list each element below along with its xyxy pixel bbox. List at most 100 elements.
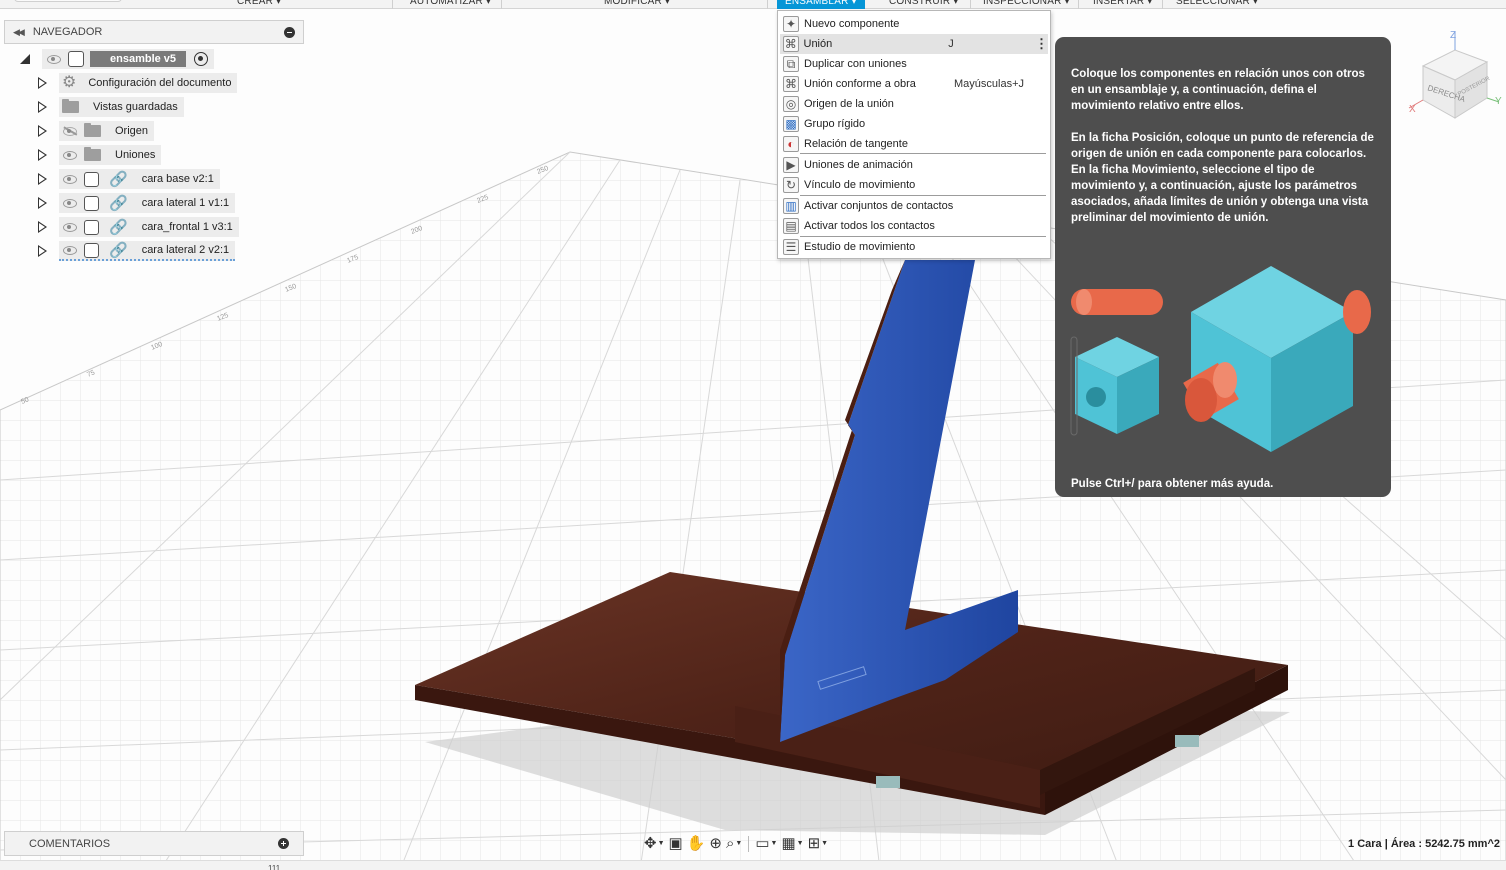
menu-seleccionar[interactable]: SELECCIONAR ▾ — [1176, 0, 1258, 9]
fit-icon[interactable]: ⌕ ▼ — [726, 836, 742, 851]
component-icon — [84, 195, 99, 211]
menu-item-animate-joints[interactable]: ▶ Uniones de animación — [780, 155, 1048, 175]
toolbar-divider — [970, 0, 971, 9]
menu-item-joint-origin[interactable]: ◎ Origen de la unión — [780, 94, 1048, 114]
tree-item[interactable]: 🔗 cara lateral 1 v1:1 — [38, 193, 236, 213]
tree-node[interactable]: Vistas guardadas — [59, 97, 184, 117]
more-options-icon[interactable]: ⋮ — [1035, 36, 1048, 52]
comments-panel[interactable]: COMENTARIOS — [4, 831, 304, 856]
menu-item-motion-link[interactable]: ↻ Vínculo de movimiento — [780, 175, 1048, 195]
tree-node[interactable]: ⚙ Configuración del documento — [59, 73, 238, 93]
tree-node[interactable]: 🔗 cara_frontal 1 v3:1 — [59, 217, 239, 237]
tree-root[interactable]: ensamble v5 — [20, 49, 215, 69]
visibility-eye-icon[interactable] — [62, 174, 78, 184]
menu-construir[interactable]: CONSTRUIR ▾ — [889, 0, 958, 9]
menu-crear[interactable]: CREAR ▾ — [237, 0, 281, 9]
grid-settings-icon[interactable]: ▦ ▼ — [781, 836, 803, 851]
root-component[interactable]: ensamble v5 — [42, 49, 215, 69]
tree-node[interactable]: 🔗 cara base v2:1 — [59, 169, 220, 189]
tree-item[interactable]: 🔗 cara_frontal 1 v3:1 — [38, 217, 239, 237]
joint-origin-icon: ◎ — [783, 96, 799, 112]
collapse-arrows-icon[interactable]: ◀◀ — [13, 27, 25, 38]
expand-triangle-icon[interactable] — [38, 149, 47, 161]
folder-icon — [84, 123, 101, 137]
menu-automatizar[interactable]: AUTOMATIZAR ▾ — [410, 0, 491, 9]
root-label[interactable]: ensamble v5 — [90, 51, 187, 67]
menu-item-all-contacts[interactable]: ▤ Activar todos los contactos — [780, 216, 1048, 236]
expand-triangle-icon[interactable] — [38, 125, 47, 137]
tree-node[interactable]: Uniones — [59, 145, 162, 165]
add-comment-icon[interactable] — [278, 838, 289, 849]
expanded-triangle-icon[interactable] — [20, 54, 30, 64]
tree-item[interactable]: 🔗 cara base v2:1 — [38, 169, 220, 189]
menu-item-shortcut: J — [948, 38, 954, 50]
assemble-dropdown-menu: ✦ Nuevo componente ⌘ Unión J ⋮ ⧉ Duplica… — [777, 10, 1051, 259]
as-built-joint-icon: ⌘ — [783, 76, 799, 92]
menu-item-new-component[interactable]: ✦ Nuevo componente — [780, 14, 1048, 34]
menu-item-motion-study[interactable]: ☰ Estudio de movimiento — [780, 237, 1048, 257]
tree-node[interactable]: Origen — [59, 121, 155, 141]
tree-item[interactable]: Uniones — [38, 145, 162, 165]
rigid-group-icon: ▩ — [783, 116, 799, 132]
orbit-icon[interactable]: ✥ ▼ — [644, 836, 665, 851]
tree-label: Uniones — [115, 149, 156, 161]
expand-triangle-icon[interactable] — [38, 221, 47, 233]
expand-triangle-icon[interactable] — [38, 245, 47, 257]
component-icon — [84, 219, 99, 235]
tree-item[interactable]: ⚙ Configuración del documento — [38, 73, 238, 93]
menu-ensamblar[interactable]: ENSAMBLAR ▾ — [777, 0, 865, 9]
connector-mark — [876, 776, 900, 788]
expand-triangle-icon[interactable] — [38, 197, 47, 209]
menu-item-label: Activar conjuntos de contactos — [804, 200, 954, 212]
workspace-switcher[interactable] — [14, 0, 122, 2]
expand-triangle-icon[interactable] — [38, 173, 47, 185]
toolbar-divider — [501, 0, 502, 9]
view-cube[interactable]: DERECHA POSTERIOR Z X Y — [1405, 28, 1505, 124]
menu-item-tangent-relation[interactable]: ◐ Relación de tangente — [780, 134, 1048, 154]
visibility-eye-icon[interactable] — [62, 222, 78, 232]
tree-item[interactable]: Origen — [38, 121, 155, 141]
menu-item-rigid-group[interactable]: ▩ Grupo rígido — [780, 114, 1048, 134]
pan-icon[interactable]: ✋ — [687, 836, 706, 851]
tree-item[interactable]: Vistas guardadas — [38, 97, 184, 117]
tree-item[interactable]: 🔗 cara lateral 2 v2:1 — [38, 241, 236, 261]
navbar-divider — [748, 835, 750, 852]
menu-insertar[interactable]: INSERTAR ▾ — [1093, 0, 1152, 9]
tree-label: cara lateral 2 v2:1 — [141, 244, 230, 256]
joint-icon: ⌘ — [783, 36, 799, 52]
motion-link-icon: ↻ — [783, 177, 799, 193]
menu-item-duplicate-joints[interactable]: ⧉ Duplicar con uniones — [780, 54, 1048, 74]
expand-triangle-icon[interactable] — [38, 101, 47, 113]
tree-node[interactable]: 🔗 cara lateral 2 v2:1 — [59, 241, 236, 261]
display-settings-icon[interactable]: ▭ ▼ — [755, 836, 777, 851]
look-at-icon[interactable]: ▣ — [669, 836, 683, 851]
tree-label: cara lateral 1 v1:1 — [141, 197, 230, 209]
minimize-icon[interactable] — [284, 26, 295, 38]
contact-sets-icon: ▥ — [783, 198, 799, 214]
link-icon: 🔗 — [109, 170, 128, 188]
menu-item-joint[interactable]: ⌘ Unión J ⋮ — [780, 34, 1048, 54]
menu-inspeccionar[interactable]: INSPECCIONAR ▾ — [983, 0, 1070, 9]
tree-node[interactable]: 🔗 cara lateral 1 v1:1 — [59, 193, 236, 213]
assembly-icon — [68, 51, 84, 67]
menu-item-shortcut: Mayúsculas+J — [954, 78, 1025, 90]
visibility-eye-icon[interactable] — [62, 198, 78, 208]
menu-item-as-built-joint[interactable]: ⌘ Unión conforme a obra Mayúsculas+J — [780, 74, 1048, 94]
zoom-icon[interactable]: ⊕ — [709, 836, 722, 851]
menu-item-contact-sets[interactable]: ▥ Activar conjuntos de contactos — [780, 196, 1048, 216]
menu-modificar[interactable]: MODIFICAR ▾ — [604, 0, 670, 9]
joint-tooltip: Coloque los componentes en relación unos… — [1055, 37, 1391, 497]
gear-icon: ⚙ — [62, 74, 77, 91]
tree-label: Configuración del documento — [88, 77, 232, 89]
visibility-eye-icon[interactable] — [62, 245, 78, 255]
tangent-relation-icon: ◐ — [783, 136, 799, 152]
hidden-eye-icon[interactable] — [62, 126, 78, 136]
activate-radio-icon[interactable] — [194, 52, 209, 66]
expand-triangle-icon[interactable] — [38, 77, 47, 89]
viewports-icon[interactable]: ⊞ ▼ — [808, 836, 829, 851]
visibility-eye-icon[interactable] — [62, 150, 78, 160]
visibility-eye-icon[interactable] — [46, 54, 62, 64]
axis-x-label: X — [1409, 104, 1416, 115]
navigator-header[interactable]: ◀◀ NAVEGADOR — [4, 20, 304, 44]
selection-status: 1 Cara | Área : 5242.75 mm^2 — [1348, 838, 1500, 850]
